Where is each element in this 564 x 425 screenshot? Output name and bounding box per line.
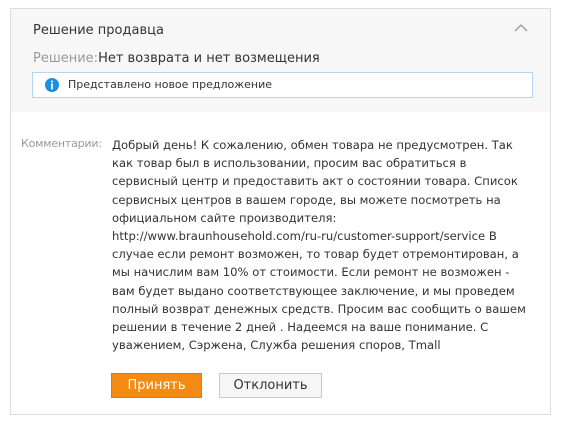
comment-line: уважением, Сэржена, Служба решения споро… [112,338,441,353]
new-offer-notice: Представлено новое предложение [32,72,533,98]
decision-value: Нет возврата и нет возмещения [98,51,320,66]
decline-button[interactable]: Отклонить [219,373,322,398]
decision-header: Решение продавца Решение:Нет возврата и … [11,9,550,112]
comment-line: случае если ремонт возможен, то товар бу… [112,247,519,262]
comment-line: сервисных центров в вашем городе, вы мож… [112,192,501,207]
notice-text: Представлено новое предложение [68,78,273,91]
panel-title: Решение продавца [33,23,164,38]
comment-line: вам будет выдано соответствующее заключе… [112,283,515,298]
comment-line: Добрый день! К сожалению, обмен товара н… [112,138,513,152]
decision-label: Решение: [33,51,99,66]
comment-line: http://www.braunhousehold.com/ru-ru/cust… [112,229,497,244]
comment-line: полный возврат денежных средств. Просим … [112,301,526,316]
comment-text: Добрый день! К сожалению, обмен товара н… [112,136,542,354]
decision-row: Решение:Нет возврата и нет возмещения [33,51,320,66]
comment-line: решении в течение 2 дней . Надеемся на в… [112,320,489,335]
comment-line: сервисный центр и предоставить акт о сос… [112,174,518,189]
comment-label: Комментарии: [21,137,102,150]
comment-line: как товар был в использовании, просим ва… [112,156,467,171]
info-icon [45,78,59,92]
seller-decision-panel: Решение продавца Решение:Нет возврата и … [10,8,551,415]
chevron-up-icon[interactable] [514,23,528,33]
comment-line: мы начислим вам 10% от стоимости. Если р… [112,265,510,280]
comment-line: официальном сайте производителя: [112,210,337,225]
accept-button[interactable]: Принять [111,373,202,398]
